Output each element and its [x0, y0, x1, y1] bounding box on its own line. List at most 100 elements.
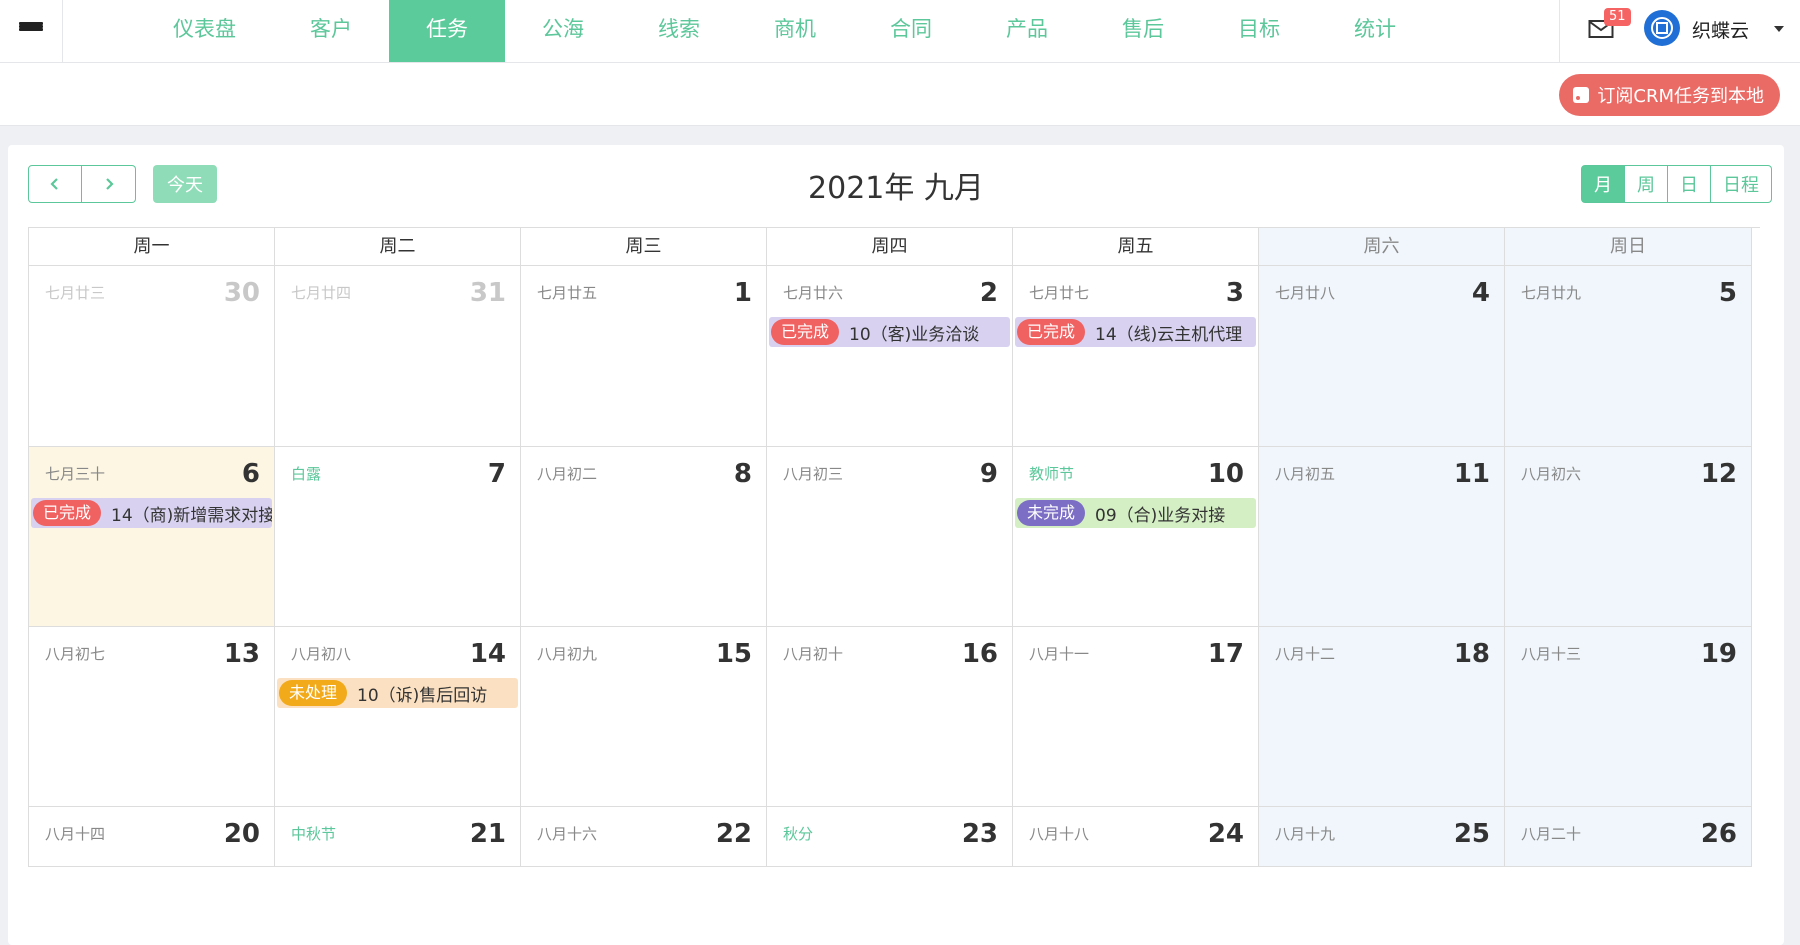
day-number[interactable]: 1	[734, 278, 752, 308]
day-cell[interactable]: 七月三十 6 已完成 14（商)新增需求对接	[29, 447, 275, 627]
nav-item[interactable]: 目标	[1201, 0, 1317, 62]
lunar-date: 七月三十	[45, 465, 106, 483]
day-number[interactable]: 17	[1208, 639, 1244, 669]
view-button[interactable]: 周	[1625, 165, 1668, 203]
day-cell[interactable]: 七月廿九 5	[1505, 266, 1752, 447]
nav-item[interactable]: 商机	[737, 0, 853, 62]
next-month-button[interactable]	[82, 165, 136, 203]
day-number[interactable]: 5	[1719, 278, 1737, 308]
day-cell[interactable]: 八月初二 8	[521, 447, 767, 627]
day-cell[interactable]: 八月十四 20	[29, 807, 275, 867]
day-number[interactable]: 25	[1454, 819, 1490, 849]
nav-item[interactable]: 产品	[969, 0, 1085, 62]
nav-item[interactable]: 售后	[1085, 0, 1201, 62]
day-number[interactable]: 16	[962, 639, 998, 669]
status-badge: 未完成	[1017, 500, 1086, 526]
task-event[interactable]: 未处理 10（诉)售后回访	[277, 678, 518, 708]
day-number[interactable]: 31	[470, 278, 506, 308]
lunar-date: 八月初六	[1521, 465, 1582, 483]
day-number[interactable]: 8	[734, 459, 752, 489]
day-cell[interactable]: 八月初七 13	[29, 627, 275, 807]
lunar-date: 七月廿五	[537, 284, 598, 302]
task-event[interactable]: 未完成 09（合)业务对接	[1015, 498, 1256, 528]
day-number[interactable]: 9	[980, 459, 998, 489]
day-number[interactable]: 13	[224, 639, 260, 669]
nav-item[interactable]: 客户	[273, 0, 389, 62]
day-cell[interactable]: 七月廿七 3 已完成 14（线)云主机代理	[1013, 266, 1259, 447]
hamburger-icon	[19, 22, 43, 40]
calendar-panel: 今天 2021年 九月 月周日日程 周一 周二 周三 周四 周五 周六 周日 七月廿三 30 七…	[8, 145, 1784, 945]
task-event[interactable]: 已完成 14（线)云主机代理	[1015, 317, 1256, 347]
prev-month-button[interactable]	[28, 165, 82, 203]
day-number[interactable]: 26	[1701, 819, 1737, 849]
day-number[interactable]: 24	[1208, 819, 1244, 849]
day-number[interactable]: 7	[488, 459, 506, 489]
day-number[interactable]: 18	[1454, 639, 1490, 669]
day-cell[interactable]: 八月十九 25	[1259, 807, 1505, 867]
day-cell[interactable]: 秋分 23	[767, 807, 1013, 867]
day-number[interactable]: 6	[242, 459, 260, 489]
day-number[interactable]: 19	[1701, 639, 1737, 669]
day-number[interactable]: 12	[1701, 459, 1737, 489]
view-button[interactable]: 日程	[1711, 165, 1772, 203]
day-number[interactable]: 30	[224, 278, 260, 308]
day-cell[interactable]: 八月初六 12	[1505, 447, 1752, 627]
nav-item[interactable]: 线索	[621, 0, 737, 62]
day-number[interactable]: 10	[1208, 459, 1244, 489]
task-event[interactable]: 已完成 10（客)业务洽谈	[769, 317, 1010, 347]
day-cell[interactable]: 八月十一 17	[1013, 627, 1259, 807]
day-cell[interactable]: 白露 7	[275, 447, 521, 627]
today-button[interactable]: 今天	[153, 165, 217, 203]
day-cell[interactable]: 八月初八 14 未处理 10（诉)售后回访	[275, 627, 521, 807]
day-cell[interactable]: 八月初九 15	[521, 627, 767, 807]
day-number[interactable]: 4	[1472, 278, 1490, 308]
day-number[interactable]: 21	[470, 819, 506, 849]
lunar-date: 八月二十	[1521, 825, 1582, 843]
task-event[interactable]: 已完成 14（商)新增需求对接	[31, 498, 272, 528]
lunar-date: 八月初八	[291, 645, 352, 663]
nav-item[interactable]: 公海	[505, 0, 621, 62]
day-cell[interactable]: 八月十三 19	[1505, 627, 1752, 807]
day-number[interactable]: 14	[470, 639, 506, 669]
day-cell[interactable]: 七月廿六 2 已完成 10（客)业务洽谈	[767, 266, 1013, 447]
day-cell[interactable]: 八月十二 18	[1259, 627, 1505, 807]
nav-item[interactable]: 合同	[853, 0, 969, 62]
day-cell[interactable]: 八月初三 9	[767, 447, 1013, 627]
day-cell[interactable]: 八月十六 22	[521, 807, 767, 867]
view-button[interactable]: 月	[1581, 165, 1625, 203]
day-number[interactable]: 11	[1454, 459, 1490, 489]
day-number[interactable]: 3	[1226, 278, 1244, 308]
nav-item[interactable]: 任务	[389, 0, 505, 62]
day-number[interactable]: 20	[224, 819, 260, 849]
day-cell[interactable]: 七月廿三 30	[29, 266, 275, 447]
lunar-date: 八月初五	[1275, 465, 1336, 483]
weekday-header-cell: 周三	[521, 228, 767, 266]
day-cell[interactable]: 七月廿五 1	[521, 266, 767, 447]
day-cell[interactable]: 八月初五 11	[1259, 447, 1505, 627]
status-badge: 已完成	[1017, 319, 1086, 345]
day-cell[interactable]: 七月廿四 31	[275, 266, 521, 447]
weekday-header-cell: 周五	[1013, 228, 1259, 266]
day-number[interactable]: 2	[980, 278, 998, 308]
top-navbar: 仪表盘 客户 任务 公海 线索 商机 合同 产品 售后 目标 统计 51 织蝶云	[0, 0, 1800, 63]
day-cell[interactable]: 八月初十 16	[767, 627, 1013, 807]
day-cell[interactable]: 七月廿八 4	[1259, 266, 1505, 447]
avatar[interactable]	[1644, 10, 1680, 46]
task-title: 10（客)业务洽谈	[849, 324, 980, 345]
day-cell[interactable]: 八月二十 26	[1505, 807, 1752, 867]
day-cell[interactable]: 八月十八 24	[1013, 807, 1259, 867]
subscribe-crm-tasks-button[interactable]: 订阅CRM任务到本地	[1559, 74, 1780, 116]
day-number[interactable]: 23	[962, 819, 998, 849]
lunar-date: 八月十二	[1275, 645, 1336, 663]
nav-item[interactable]: 仪表盘	[136, 0, 273, 62]
nav-item[interactable]: 统计	[1317, 0, 1433, 62]
view-button[interactable]: 日	[1668, 165, 1711, 203]
menu-toggle-button[interactable]	[0, 0, 63, 62]
day-number[interactable]: 15	[716, 639, 752, 669]
chevron-down-icon[interactable]	[1774, 26, 1784, 32]
day-cell[interactable]: 中秋节 21	[275, 807, 521, 867]
day-number[interactable]: 22	[716, 819, 752, 849]
task-title: 14（线)云主机代理	[1095, 324, 1243, 345]
day-cell[interactable]: 教师节 10 未完成 09（合)业务对接	[1013, 447, 1259, 627]
user-name[interactable]: 织蝶云	[1692, 16, 1749, 43]
